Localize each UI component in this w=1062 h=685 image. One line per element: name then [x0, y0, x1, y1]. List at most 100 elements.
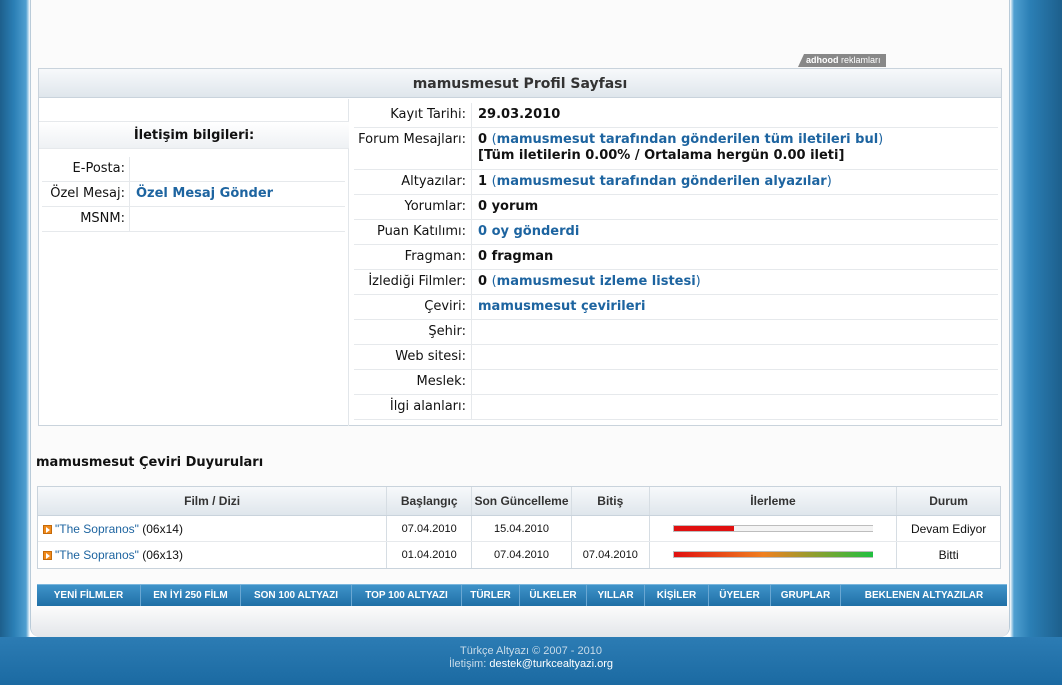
progress-cell: [650, 542, 898, 568]
subtitles-value: 1 (mamusmesut tarafından gönderilen alya…: [478, 174, 832, 189]
nav-members[interactable]: ÜYELER: [709, 585, 771, 606]
announcements-title: mamusmesut Çeviri Duyuruları: [36, 455, 264, 470]
episode-code: (06x14): [142, 522, 183, 536]
row-label: İlgi alanları:: [354, 395, 472, 419]
row-label: Puan Katılımı:: [354, 220, 472, 244]
row-label: Şehir:: [354, 320, 472, 344]
row-website: Web sitesi:: [354, 345, 998, 370]
row-trailer: Fragman: 0 fragman: [354, 245, 998, 270]
row-label: İzlediği Filmler:: [354, 270, 472, 294]
row-translations: Çeviri: mamusmesut çevirileri: [354, 295, 998, 320]
title-cell: "The Sopranos" (06x14): [38, 516, 388, 541]
end-date: 07.04.2010: [572, 542, 650, 568]
watched-count: 0: [478, 274, 488, 289]
updated-date: 15.04.2010: [472, 516, 572, 541]
row-registered: Kayıt Tarihi: 29.03.2010: [354, 103, 998, 128]
nav-genres[interactable]: TÜRLER: [462, 585, 520, 606]
nav-pending-subtitles[interactable]: BEKLENEN ALTYAZILAR: [841, 585, 1007, 606]
profile-title: mamusmesut Profil Sayfası: [39, 69, 1001, 98]
column-header: Başlangıç: [387, 487, 473, 515]
column-header: Film / Dizi: [38, 487, 388, 515]
contact-row-pm: Özel Mesaj: Özel Mesaj Gönder: [42, 182, 345, 207]
row-interests: İlgi alanları:: [354, 395, 998, 420]
forum-posts-link[interactable]: mamusmesut tarafından gönderilen tüm ile…: [497, 132, 879, 147]
play-icon: [43, 551, 52, 560]
row-label: Yorumlar:: [354, 195, 472, 219]
updated-date: 07.04.2010: [472, 542, 572, 568]
profile-info-panel: Kayıt Tarihi: 29.03.2010 Forum Mesajları…: [350, 99, 1002, 426]
subtitles-count: 1: [478, 174, 488, 189]
forum-count: 0: [478, 132, 488, 147]
contact-row-email: E-Posta:: [42, 157, 345, 182]
watched-value: 0 (mamusmesut izleme listesi): [478, 274, 701, 289]
row-label: Forum Mesajları:: [354, 128, 472, 169]
announcements-table: Film / Dizi Başlangıç Son Güncelleme Bit…: [37, 486, 1001, 569]
row-label: Altyazılar:: [354, 170, 472, 194]
profile-box: mamusmesut Profil Sayfası İletişim bilgi…: [38, 68, 1002, 426]
contact-panel: İletişim bilgileri: E-Posta: Özel Mesaj:…: [39, 99, 349, 426]
column-header: İlerleme: [650, 487, 898, 515]
contact-label: E-Posta:: [42, 157, 130, 181]
nav-new-films[interactable]: YENİ FİLMLER: [37, 585, 141, 606]
nav-top-100-subtitles[interactable]: TOP 100 ALTYAZI: [352, 585, 462, 606]
episode-code: (06x13): [142, 548, 183, 562]
ad-badge[interactable]: adhood reklamları: [798, 54, 886, 67]
column-header: Durum: [929, 494, 968, 508]
status: Devam Ediyor: [910, 522, 987, 536]
progress-fill: [673, 526, 734, 531]
footer-copyright: Türkçe Altyazı © 2007 - 2010: [459, 645, 602, 657]
send-private-message-link[interactable]: Özel Mesaj Gönder: [136, 182, 273, 206]
title-cell: "The Sopranos" (06x13): [38, 542, 388, 568]
progress-fill: [673, 552, 873, 557]
row-comments: Yorumlar: 0 yorum: [354, 195, 998, 220]
footer: Türkçe Altyazı © 2007 - 2010 İletişim: d…: [0, 637, 1062, 685]
progress-bar: [672, 525, 873, 532]
column-header: Son Güncelleme: [472, 487, 572, 515]
row-label: Fragman:: [354, 245, 472, 269]
start-date: 01.04.2010: [387, 542, 473, 568]
nav-top-250[interactable]: EN İYİ 250 FİLM: [141, 585, 241, 606]
contact-row-msn: MSNM:: [42, 207, 345, 232]
series-link[interactable]: "The Sopranos": [55, 548, 139, 562]
page-container: adhood reklamları mamusmesut Profil Sayf…: [30, 0, 1010, 637]
play-icon: [43, 525, 52, 534]
contact-email-link[interactable]: destek@turkcealtyazi.org: [489, 658, 613, 670]
column-header: Bitiş: [572, 487, 650, 515]
status: Bitti: [938, 548, 959, 562]
table-header: Film / Dizi Başlangıç Son Güncelleme Bit…: [38, 487, 1000, 516]
end-date: [572, 516, 650, 541]
forum-value: 0 (mamusmesut tarafından gönderilen tüm …: [478, 132, 884, 163]
row-job: Meslek:: [354, 370, 998, 395]
progress-bar: [672, 551, 873, 558]
nav-last-100-subtitles[interactable]: SON 100 ALTYAZI: [241, 585, 352, 606]
start-date: 07.04.2010: [387, 516, 473, 541]
nav-groups[interactable]: GRUPLAR: [771, 585, 841, 606]
row-label: Kayıt Tarihi:: [354, 103, 472, 127]
rating-value: 0 oy gönderdi: [478, 220, 579, 244]
nav-people[interactable]: KİŞİLER: [645, 585, 709, 606]
progress-cell: [650, 516, 898, 541]
row-label: Çeviri:: [354, 295, 472, 319]
watchlist-link[interactable]: mamusmesut izleme listesi: [497, 274, 696, 289]
translations-link[interactable]: mamusmesut çevirileri: [478, 299, 645, 314]
table-row: "The Sopranos" (06x14) 07.04.2010 15.04.…: [38, 516, 1000, 542]
subtitles-link[interactable]: mamusmesut tarafından gönderilen alyazıl…: [497, 174, 827, 189]
rating-link[interactable]: 0 oy gönderdi: [478, 224, 579, 239]
row-forum: Forum Mesajları: 0 (mamusmesut tarafında…: [354, 128, 998, 170]
contact-label: Özel Mesaj:: [42, 182, 130, 206]
contact-label: MSNM:: [42, 207, 130, 231]
series-link[interactable]: "The Sopranos": [55, 522, 139, 536]
translations-value: mamusmesut çevirileri: [478, 295, 645, 319]
row-city: Şehir:: [354, 320, 998, 345]
row-rating: Puan Katılımı: 0 oy gönderdi: [354, 220, 998, 245]
main-nav: YENİ FİLMLER EN İYİ 250 FİLM SON 100 ALT…: [37, 584, 1007, 606]
nav-countries[interactable]: ÜLKELER: [520, 585, 587, 606]
table-row: "The Sopranos" (06x13) 01.04.2010 07.04.…: [38, 542, 1000, 568]
trailer-value: 0 fragman: [478, 249, 554, 264]
nav-years[interactable]: YILLAR: [587, 585, 645, 606]
forum-stats: [Tüm iletilerin 0.00% / Ortalama hergün …: [478, 148, 845, 163]
row-label: Web sitesi:: [354, 345, 472, 369]
row-subtitles: Altyazılar: 1 (mamusmesut tarafından gön…: [354, 170, 998, 195]
row-label: Meslek:: [354, 370, 472, 394]
row-watched: İzlediği Filmler: 0 (mamusmesut izleme l…: [354, 270, 998, 295]
